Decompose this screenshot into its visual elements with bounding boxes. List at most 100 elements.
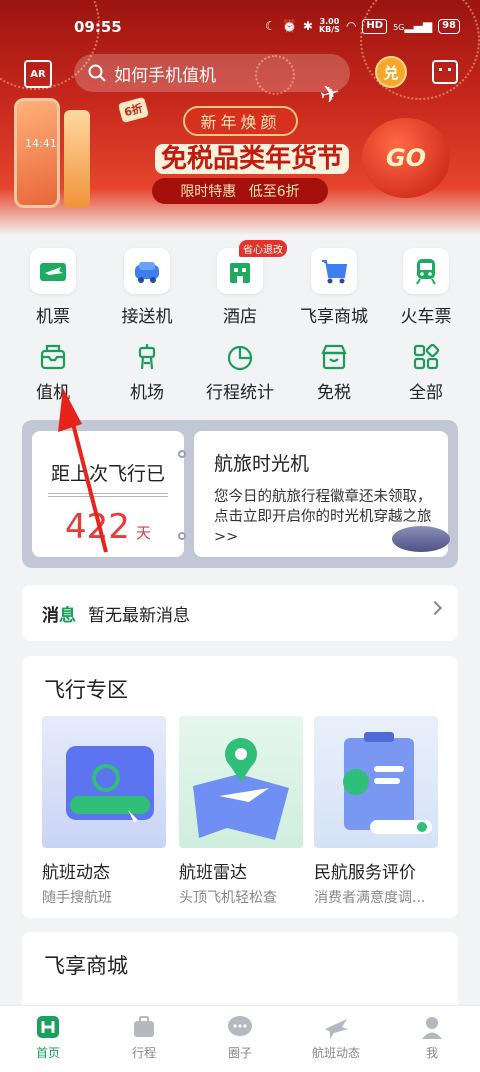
discount-tag: 6折 — [117, 96, 149, 124]
card-subtitle: 消费者满意度调... — [314, 890, 426, 906]
service-label: 机票 — [36, 307, 70, 327]
tab-trips[interactable]: 行程 — [96, 1006, 192, 1061]
service-label: 火车票 — [400, 307, 452, 327]
service-airport-transfer[interactable]: 接送机 — [102, 248, 192, 327]
flight-zone-section: 飞行专区 航班动态 随手搜航班 航班雷达 头顶飞机轻松查 民航服务评价 消费者满… — [22, 656, 458, 918]
service-rating-illustration — [314, 716, 438, 848]
flight-status-illustration — [42, 716, 166, 848]
bottom-tab-bar: 首页 行程 圈子 航班动态 我 — [0, 1005, 480, 1072]
service-flight-ticket[interactable]: 机票 — [8, 248, 98, 327]
card-subtitle: 头顶飞机轻松查 — [179, 890, 277, 906]
service-label: 全部 — [409, 383, 443, 403]
service-check-in[interactable]: 值机 — [8, 340, 98, 403]
tab-me[interactable]: 我 — [384, 1006, 480, 1061]
control-tower-icon — [130, 340, 164, 374]
banner-title: 免税品类年货节 — [132, 138, 372, 175]
user-icon — [417, 1012, 447, 1042]
search-placeholder: 如何手机值机 — [114, 65, 216, 86]
flight-status-card[interactable]: 航班动态 随手搜航班 — [42, 716, 166, 907]
section-title: 飞享商城 — [44, 954, 128, 978]
phone-illustration: 14:41 — [14, 98, 60, 208]
shopping-cart-icon — [311, 248, 357, 294]
train-icon — [403, 248, 449, 294]
tab-label: 我 — [425, 1046, 438, 1060]
flight-radar-illustration — [179, 716, 303, 848]
message-icon[interactable] — [432, 60, 458, 84]
network-speed: 3.00 KB/S — [318, 17, 340, 34]
message-label-a: 消 — [42, 605, 59, 626]
service-duty-free[interactable]: 免税 — [289, 340, 379, 403]
airplane-icon — [321, 1012, 351, 1042]
ar-scan-button[interactable]: AR — [24, 60, 52, 88]
service-label: 接送机 — [121, 307, 173, 327]
ufo-icon — [392, 526, 450, 552]
time-machine-card[interactable]: 距上次飞行已 422 天 航旅时光机 您今日的航旅行程徽章还未领取，点击立即开启你… — [22, 420, 458, 568]
last-flight-panel: 距上次飞行已 422 天 — [32, 431, 184, 557]
tab-label: 圈子 — [227, 1046, 252, 1060]
bluetooth-icon: ✱ — [302, 19, 313, 33]
promo-banner[interactable]: 09:55 ☾ ⏰ ✱ 3.00 KB/S ◠ HD 5G▂▄▆ 98 AR 如何… — [0, 0, 480, 235]
ar-label: AR — [30, 68, 46, 80]
card-title: 民航服务评价 — [314, 863, 416, 883]
bottle-illustration — [64, 110, 90, 208]
service-label: 值机 — [36, 383, 70, 403]
status-bar: 09:55 ☾ ⏰ ✱ 3.00 KB/S ◠ HD 5G▂▄▆ 98 — [0, 18, 480, 40]
service-trip-stats[interactable]: 行程统计 — [195, 340, 285, 403]
search-icon — [88, 64, 106, 82]
service-label: 行程统计 — [206, 383, 274, 403]
store-icon — [317, 340, 351, 374]
chevron-right-icon — [427, 600, 443, 616]
tab-community[interactable]: 圈子 — [192, 1006, 288, 1061]
car-icon — [124, 248, 170, 294]
hotel-icon: 省心退改 — [217, 240, 287, 294]
firework-decoration — [360, 0, 480, 100]
service-all[interactable]: 全部 — [381, 340, 471, 403]
days-since-flight: 422 天 — [65, 507, 151, 547]
alarm-icon: ⏰ — [281, 19, 297, 33]
search-input[interactable]: 如何手机值机 — [74, 54, 350, 92]
tab-label: 首页 — [35, 1046, 60, 1060]
wifi-icon: ◠ — [345, 19, 357, 33]
message-label-b: 息 — [59, 605, 76, 626]
message-text: 暂无最新消息 — [88, 605, 190, 626]
hotel-badge: 省心退改 — [239, 240, 287, 257]
status-time: 09:55 — [74, 18, 122, 36]
card-subtitle: 随手搜航班 — [42, 890, 112, 906]
service-train-ticket[interactable]: 火车票 — [381, 248, 471, 327]
service-label: 免税 — [317, 383, 351, 403]
card-title: 航班动态 — [42, 863, 110, 883]
home-icon — [33, 1012, 63, 1042]
ticket-hole-icon — [178, 532, 186, 540]
last-flight-title: 距上次飞行已 — [50, 463, 165, 485]
time-machine-title: 航旅时光机 — [214, 453, 310, 475]
service-rating-card[interactable]: 民航服务评价 消费者满意度调... — [314, 716, 438, 907]
service-hotel[interactable]: 省心退改 酒店 — [195, 240, 287, 327]
ticket-hole-icon — [178, 450, 186, 458]
chat-bubble-icon — [225, 1012, 255, 1042]
service-airport[interactable]: 机场 — [102, 340, 192, 403]
phone-time: 14:41 — [25, 137, 57, 150]
card-title: 航班雷达 — [179, 863, 247, 883]
message-bar[interactable]: 消 息 暂无最新消息 — [22, 585, 458, 641]
banner-subtitle: 限时特惠 低至6折 — [152, 178, 328, 204]
status-icons: ☾ ⏰ ✱ 3.00 KB/S ◠ HD 5G▂▄▆ 98 — [265, 18, 460, 34]
flight-radar-card[interactable]: 航班雷达 头顶飞机轻松查 — [179, 716, 303, 907]
pie-chart-icon — [223, 340, 257, 374]
lantern-illustration: GO — [362, 118, 450, 198]
tab-flight-status[interactable]: 航班动态 — [288, 1006, 384, 1061]
section-title: 飞行专区 — [44, 678, 128, 702]
tab-label: 行程 — [131, 1046, 156, 1060]
signal-icon: 5G▂▄▆ — [393, 19, 433, 33]
hd-badge: HD — [362, 18, 388, 34]
tab-home[interactable]: 首页 — [0, 1006, 96, 1061]
service-label: 酒店 — [223, 307, 257, 327]
service-label: 飞享商城 — [300, 307, 368, 327]
battery-icon: 98 — [438, 18, 460, 34]
apps-grid-icon — [409, 340, 443, 374]
service-label: 机场 — [130, 383, 164, 403]
moon-icon: ☾ — [265, 19, 276, 33]
points-coin-button[interactable]: 兑 — [375, 56, 407, 88]
service-shop[interactable]: 飞享商城 — [289, 248, 379, 327]
check-in-icon — [36, 340, 70, 374]
suitcase-icon — [129, 1012, 159, 1042]
